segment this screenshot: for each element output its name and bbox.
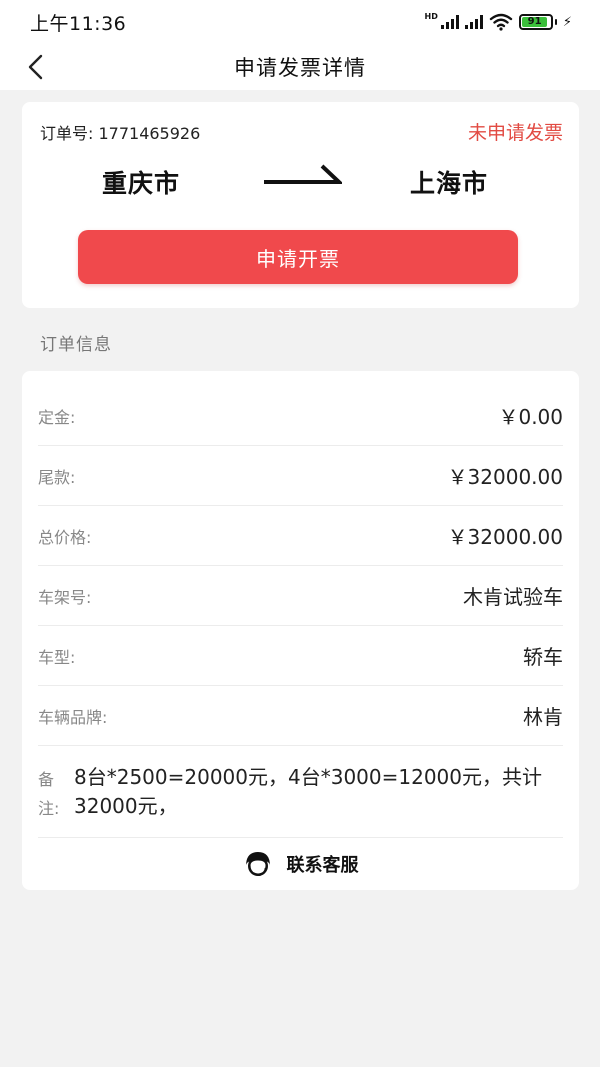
origin-city: 重庆市 xyxy=(102,169,181,198)
battery-level: 91 xyxy=(521,17,548,27)
vin-value: 木肯试验车 xyxy=(463,585,563,609)
contact-support-label: 联系客服 xyxy=(286,855,359,876)
vin-label: 车架号: xyxy=(38,587,92,607)
order-summary-card: 订单号: 1771465926 未申请发票 重庆市 上海市 申请开票 xyxy=(22,102,579,308)
status-time: 上午11:36 xyxy=(30,12,127,35)
hd-indicator: HD xyxy=(424,11,438,21)
destination-city: 上海市 xyxy=(410,169,489,198)
balance-label: 尾款: xyxy=(38,467,76,487)
back-icon[interactable] xyxy=(20,52,50,82)
info-row-vehicle-brand: 车辆品牌: 林肯 xyxy=(38,686,563,746)
info-row-total-price: 总价格: ￥32000.00 xyxy=(38,506,563,566)
contact-support-button[interactable]: 联系客服 xyxy=(22,838,579,890)
status-bar: 上午11:36 HD 91 ⚡ xyxy=(0,0,600,44)
order-info-section-title: 订单信息 xyxy=(40,335,112,355)
deposit-value: ￥0.00 xyxy=(498,405,563,429)
balance-value: ￥32000.00 xyxy=(447,465,563,489)
vehicle-brand-value: 林肯 xyxy=(523,705,563,729)
route-arrow-icon xyxy=(264,164,342,184)
total-price-label: 总价格: xyxy=(38,527,92,547)
wifi-icon xyxy=(489,13,513,31)
deposit-label: 定金: xyxy=(38,407,76,427)
battery-icon: 91 xyxy=(518,14,557,30)
customer-service-icon xyxy=(245,852,270,876)
signal-icon xyxy=(440,15,459,29)
note-label: 备注: xyxy=(38,770,60,818)
total-price-value: ￥32000.00 xyxy=(447,525,563,549)
note-text: 8台*2500=20000元，4台*3000=12000元，共计32000元， xyxy=(74,765,543,818)
vehicle-type-label: 车型: xyxy=(38,647,76,667)
info-row-deposit: 定金: ￥0.00 xyxy=(38,386,563,446)
order-info-card: 定金: ￥0.00 尾款: ￥32000.00 总价格: ￥32000.00 车… xyxy=(22,371,579,890)
info-row-vin: 车架号: 木肯试验车 xyxy=(38,566,563,626)
vehicle-brand-label: 车辆品牌: xyxy=(38,707,108,727)
vehicle-type-value: 轿车 xyxy=(523,645,563,669)
apply-invoice-button[interactable]: 申请开票 xyxy=(78,230,518,284)
invoice-status-badge: 未申请发票 xyxy=(467,122,563,144)
charging-icon: ⚡ xyxy=(562,14,572,30)
nav-bar: 申请发票详情 xyxy=(0,44,600,90)
signal-icon-2 xyxy=(464,15,483,29)
page-title: 申请发票详情 xyxy=(234,56,366,80)
status-icons: HD 91 ⚡ xyxy=(424,11,572,31)
order-number: 订单号: 1771465926 xyxy=(40,124,201,143)
info-row-vehicle-type: 车型: 轿车 xyxy=(38,626,563,686)
info-row-balance: 尾款: ￥32000.00 xyxy=(38,446,563,506)
